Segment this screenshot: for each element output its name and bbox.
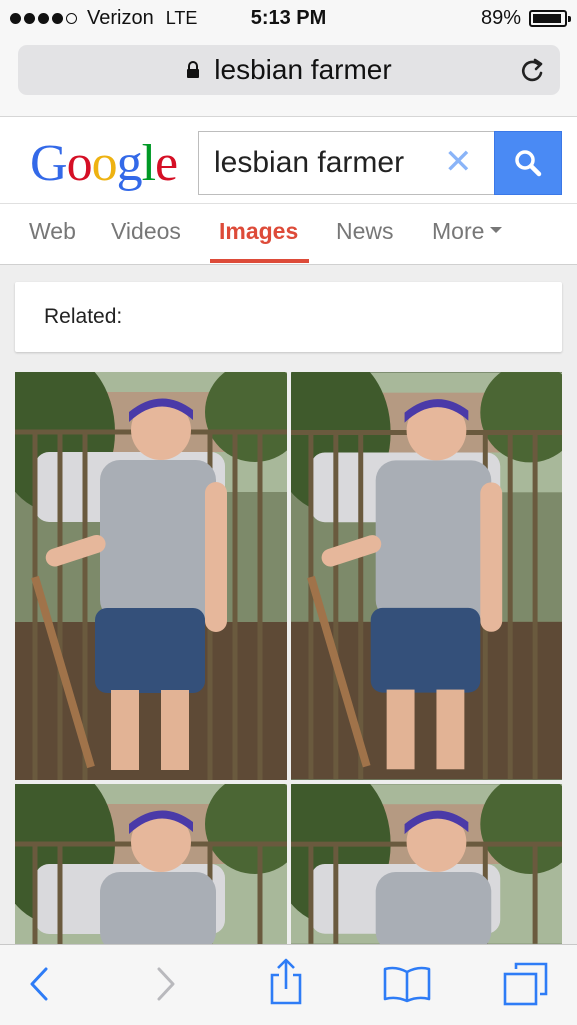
image-result[interactable] xyxy=(291,372,562,780)
search-button[interactable] xyxy=(494,131,562,195)
bookmarks-icon[interactable] xyxy=(382,965,432,1003)
browser-toolbar xyxy=(0,944,577,1025)
back-icon[interactable] xyxy=(28,963,52,1005)
image-result[interactable] xyxy=(291,784,562,944)
reload-icon[interactable] xyxy=(520,57,546,85)
caret-down-icon xyxy=(490,226,503,233)
related-label: Related: xyxy=(44,305,123,328)
browser-chrome: lesbian farmer xyxy=(0,38,577,117)
active-tab-indicator xyxy=(210,259,309,263)
google-logo[interactable]: Google xyxy=(30,134,178,193)
tab-news[interactable]: News xyxy=(336,218,394,245)
tab-web[interactable]: Web xyxy=(29,218,76,245)
search-tabs: Web Videos Images News More xyxy=(0,203,577,265)
battery-percent: 89% xyxy=(480,7,521,29)
photo-thumbnail xyxy=(15,372,287,780)
lock-icon xyxy=(187,61,200,78)
share-icon[interactable] xyxy=(266,957,306,1007)
tab-images[interactable]: Images xyxy=(219,218,298,245)
image-result[interactable] xyxy=(15,784,287,944)
tab-videos[interactable]: Videos xyxy=(111,218,181,245)
tab-more-label: More xyxy=(432,218,485,244)
battery-icon xyxy=(529,10,571,27)
clear-search-icon[interactable]: ✕ xyxy=(444,144,473,180)
photo-thumbnail xyxy=(291,784,562,944)
google-header: Google lesbian farmer ✕ xyxy=(0,117,577,203)
address-bar[interactable]: lesbian farmer xyxy=(18,45,560,95)
tabs-icon[interactable] xyxy=(502,961,550,1007)
status-bar: Verizon LTE 5:13 PM 89% xyxy=(0,0,577,38)
related-card: Related: xyxy=(15,282,562,352)
search-icon xyxy=(515,150,542,177)
address-text: lesbian farmer xyxy=(214,54,392,85)
tab-more[interactable]: More xyxy=(432,218,503,245)
photo-thumbnail xyxy=(291,372,562,780)
photo-thumbnail xyxy=(15,784,287,944)
forward-icon[interactable] xyxy=(153,963,177,1005)
image-result[interactable] xyxy=(15,372,287,780)
